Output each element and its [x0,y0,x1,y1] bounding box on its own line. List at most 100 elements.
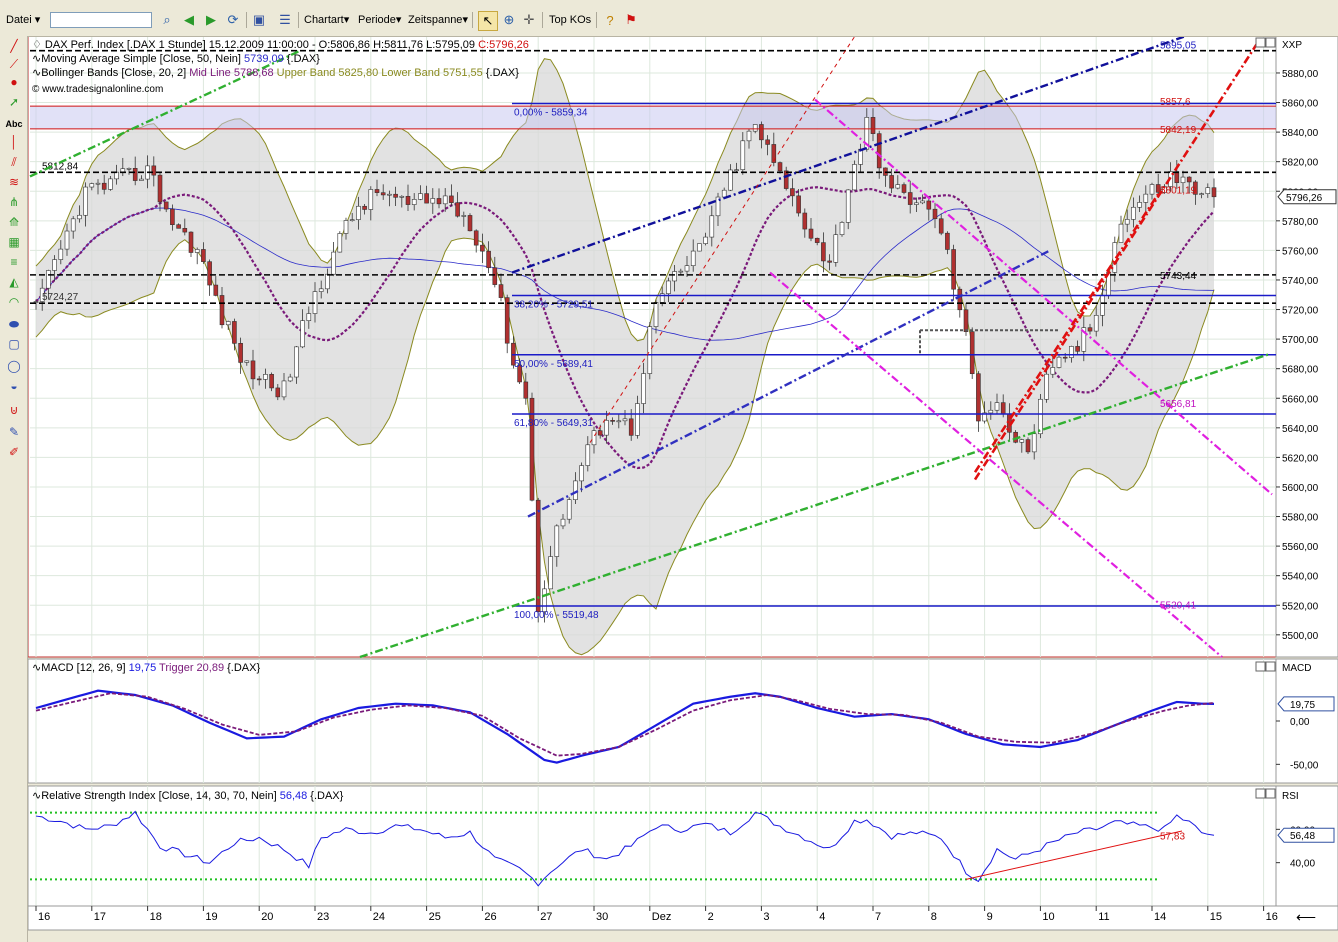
candle-body [430,198,436,204]
period-menu[interactable]: Periode▾ [358,11,401,29]
back-arrow-icon[interactable]: ◀ [180,11,198,29]
panel-restore-icon [1255,37,1266,48]
candle-body [752,124,758,132]
eraser-icon[interactable]: ✐ [5,444,23,460]
candle-body [622,418,628,422]
candle-body [139,178,144,181]
pitchfork-icon[interactable]: ⋔ [5,194,23,210]
candle-body [436,198,442,205]
ray-tool-icon[interactable]: ⟋ [5,56,23,72]
parallel-tool-icon[interactable]: ≋ [5,174,23,190]
candle-body [827,260,832,263]
candle-body [969,331,975,375]
ellipse-tool-icon[interactable]: ⬬ [5,316,23,332]
help-icon[interactable]: ? [601,11,619,29]
candle-body [126,168,132,170]
arrow-tool-icon[interactable]: ➚ [5,94,23,110]
file-menu[interactable]: Datei ▾ [6,11,40,29]
text-tool-icon[interactable]: Abc [5,116,23,132]
rsi-trend-label: 57,83 [1160,831,1185,842]
candle-body [368,189,374,210]
symbol-search-input[interactable] [50,12,152,28]
rsi-panel: 60,0040,0057,83∿Relative Strength Index … [27,785,1338,907]
arc-tool-icon[interactable]: ◠ [5,294,23,310]
candle-body [275,387,281,398]
line-tool-icon[interactable]: ╱ [5,38,23,54]
chart-type-menu[interactable]: Chartart▾ [304,11,349,29]
price-tick-label: 5500,00 [1282,631,1319,642]
rsi-legend-part: {.DAX} [307,790,343,802]
half-circle-tool-icon[interactable]: ◒ [5,378,23,394]
candle-body [300,320,305,348]
candle-body [108,178,113,190]
macd-legend: ∿MACD [12, 26, 9] 19,75 Trigger 20,89 {.… [32,662,260,674]
top-kos-button[interactable]: Top KOs [549,11,591,29]
candle-body [759,124,764,141]
forward-arrow-icon[interactable]: ▶ [202,11,220,29]
time-tick-label: 25 [429,911,441,923]
vertical-line-icon[interactable]: │ [5,134,23,150]
candle-body [1019,439,1025,443]
magnet-icon[interactable]: ⊍ [5,402,23,418]
candle-body [1124,219,1130,225]
bollinger-legend-part: Lower Band 5751,55 [378,67,483,79]
candle-body [157,174,163,203]
macd-legend-part: {.DAX} [224,662,260,674]
candle-body [808,228,814,239]
candle-body [256,378,262,381]
candle-body [1100,295,1105,316]
price-tick-label: 5600,00 [1282,483,1319,494]
candle-body [95,182,101,185]
fan-tool-icon[interactable]: ⟰ [5,214,23,230]
list-icon[interactable]: ☰ [276,11,294,29]
candle-body [244,360,250,363]
macd-axis-title: MACD [1282,663,1311,674]
fibonacci-icon[interactable]: ≡ [5,254,23,270]
rsi-tick-label: 40,00 [1290,859,1315,870]
marker-tool-icon[interactable]: ● [5,74,23,90]
pointer-icon[interactable]: ↖ [478,11,498,31]
time-tick-label: 8 [931,911,937,923]
candle-body [1131,206,1136,220]
candle-body [523,381,529,399]
rsi-axis-area [1275,785,1338,907]
bollinger-legend-part: Upper Band 5825,80 [274,67,379,79]
trendline-value-label: 5520,41 [1160,601,1197,612]
candle-body [393,193,398,198]
macd-legend-part: 19,75 [129,662,157,674]
candle-body [585,444,591,466]
file-menu-label: Datei [6,14,32,26]
candle-body [33,301,39,303]
crosshair-icon[interactable]: ✛ [520,11,538,29]
candle-body [690,250,696,266]
save-icon[interactable]: ▣ [250,11,268,29]
sma-legend-suffix: {.DAX} [284,53,320,65]
price-tick-label: 5720,00 [1282,306,1319,317]
candle-body [1062,356,1068,359]
grid-tool-icon[interactable]: ▦ [5,234,23,250]
candle-body [461,215,467,217]
brush-icon[interactable]: ✎ [5,424,23,440]
candle-body [1038,398,1043,435]
timespan-menu[interactable]: Zeitspanne▾ [408,11,468,29]
candle-body [542,588,547,612]
time-tick-label: 26 [484,911,496,923]
macd-legend-part: Trigger 20,89 [156,662,224,674]
candle-body [653,302,659,327]
refresh-icon[interactable]: ⟳ [224,11,242,29]
rectangle-tool-icon[interactable]: ▢ [5,336,23,352]
search-icon[interactable]: ⌕ [158,11,176,29]
circle-tool-icon[interactable]: ◯ [5,358,23,374]
price-tick-label: 5840,00 [1282,128,1319,139]
sma-legend: ∿Moving Average Simple [Close, 50, Nein]… [32,53,320,65]
channel-tool-icon[interactable]: ⫽ [5,154,23,170]
gann-tool-icon[interactable]: ◭ [5,274,23,290]
zoom-icon[interactable]: ⊕ [500,11,518,29]
candle-body [920,200,925,204]
flag-icon[interactable]: ⚑ [622,11,640,29]
candle-body [914,202,919,205]
candle-body [1149,184,1155,195]
chart-canvas: 5500,00 5520,00 5540,00 5560,00 5580,00 5600,… [27,34,1338,931]
candle-body [1205,187,1211,194]
macd-last-label: 19,75 [1290,700,1315,711]
